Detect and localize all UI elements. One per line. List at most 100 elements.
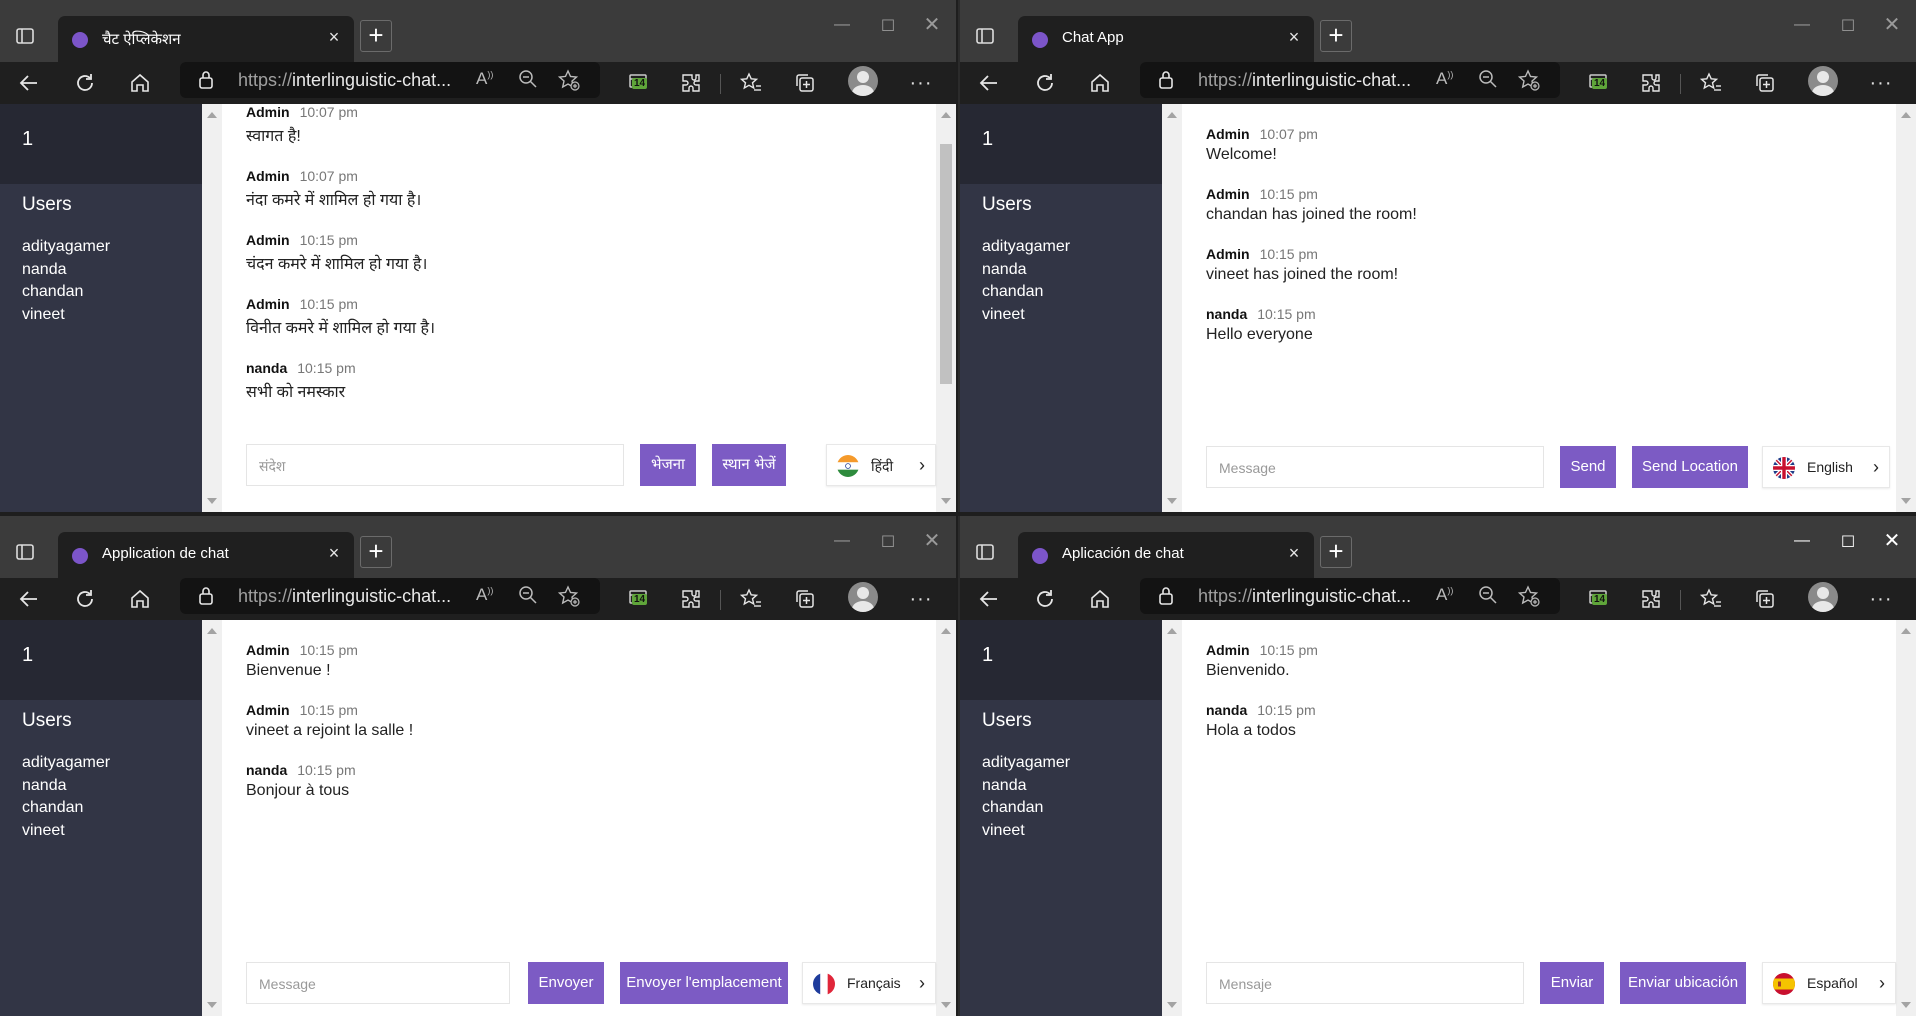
language-selector[interactable]: Español › <box>1762 962 1896 1004</box>
add-favorite-icon[interactable] <box>1518 585 1540 607</box>
extensions-icon[interactable] <box>1636 584 1666 614</box>
collections-icon[interactable] <box>1750 584 1780 614</box>
scroll-down-icon[interactable] <box>207 498 217 504</box>
send-button[interactable]: Send <box>1560 446 1616 488</box>
tab-actions-icon[interactable] <box>970 536 1000 568</box>
profile-avatar[interactable] <box>1808 582 1838 612</box>
favorites-icon[interactable] <box>736 584 766 614</box>
scroll-up-icon[interactable] <box>941 112 951 118</box>
scroll-down-icon[interactable] <box>1901 498 1911 504</box>
more-menu-icon[interactable]: ··· <box>1866 68 1896 98</box>
read-aloud-icon[interactable]: A)) <box>1436 69 1453 89</box>
zoom-out-icon[interactable] <box>518 69 538 89</box>
tab-actions-icon[interactable] <box>10 536 40 568</box>
new-tab-button[interactable]: + <box>1320 20 1352 52</box>
close-tab-icon[interactable]: × <box>324 27 344 47</box>
extensions-icon[interactable] <box>1636 68 1666 98</box>
scroll-down-icon[interactable] <box>941 1002 951 1008</box>
close-window-icon[interactable]: ✕ <box>912 528 952 552</box>
more-menu-icon[interactable]: ··· <box>906 584 936 614</box>
new-tab-button[interactable]: + <box>1320 536 1352 568</box>
tab-actions-icon[interactable] <box>970 20 1000 52</box>
browser-tab[interactable]: Aplicación de chat × <box>1018 532 1314 578</box>
close-tab-icon[interactable]: × <box>1284 543 1304 563</box>
close-tab-icon[interactable]: × <box>1284 27 1304 47</box>
scroll-up-icon[interactable] <box>207 112 217 118</box>
address-bar[interactable]: https://interlinguistic-chat... A)) <box>180 62 600 98</box>
add-favorite-icon[interactable] <box>558 585 580 607</box>
language-selector[interactable]: English › <box>1762 446 1890 488</box>
refresh-icon[interactable] <box>70 68 100 98</box>
close-tab-icon[interactable]: × <box>324 543 344 563</box>
language-selector[interactable]: हिंदी › <box>826 444 936 486</box>
sidebar-scrollbar[interactable] <box>1162 620 1182 1016</box>
address-bar[interactable]: https://interlinguistic-chat... A)) <box>180 578 600 614</box>
language-selector[interactable]: Français › <box>802 962 936 1004</box>
send-button[interactable]: Envoyer <box>528 962 604 1004</box>
scroll-down-icon[interactable] <box>1901 1002 1911 1008</box>
profile-avatar[interactable] <box>848 66 878 96</box>
profile-avatar[interactable] <box>848 582 878 612</box>
collections-badge-icon[interactable]: 14 <box>624 584 654 614</box>
scroll-thumb[interactable] <box>940 144 952 384</box>
read-aloud-icon[interactable]: A)) <box>1436 585 1453 605</box>
home-icon[interactable] <box>1085 68 1115 98</box>
extensions-icon[interactable] <box>676 584 706 614</box>
scroll-down-icon[interactable] <box>941 498 951 504</box>
address-bar[interactable]: https://interlinguistic-chat... A)) <box>1140 578 1560 614</box>
browser-tab[interactable]: Chat App × <box>1018 16 1314 62</box>
more-menu-icon[interactable]: ··· <box>1866 584 1896 614</box>
message-input[interactable]: संदेश <box>246 444 624 486</box>
tab-actions-icon[interactable] <box>10 20 40 52</box>
maximize-icon[interactable]: ☐ <box>1828 532 1868 556</box>
collections-icon[interactable] <box>790 68 820 98</box>
send-button[interactable]: Enviar <box>1540 962 1604 1004</box>
back-icon[interactable] <box>14 68 44 98</box>
home-icon[interactable] <box>1085 584 1115 614</box>
collections-icon[interactable] <box>1750 68 1780 98</box>
read-aloud-icon[interactable]: A)) <box>476 585 493 605</box>
home-icon[interactable] <box>125 68 155 98</box>
new-tab-button[interactable]: + <box>360 20 392 52</box>
scroll-down-icon[interactable] <box>207 1002 217 1008</box>
zoom-out-icon[interactable] <box>1478 69 1498 89</box>
scroll-up-icon[interactable] <box>207 628 217 634</box>
message-input[interactable]: Message <box>1206 446 1544 488</box>
scroll-up-icon[interactable] <box>1901 112 1911 118</box>
extensions-icon[interactable] <box>676 68 706 98</box>
address-bar[interactable]: https://interlinguistic-chat... A)) <box>1140 62 1560 98</box>
close-window-icon[interactable]: ✕ <box>912 12 952 36</box>
favorites-icon[interactable] <box>736 68 766 98</box>
profile-avatar[interactable] <box>1808 66 1838 96</box>
new-tab-button[interactable]: + <box>360 536 392 568</box>
scroll-up-icon[interactable] <box>1901 628 1911 634</box>
minimize-icon[interactable]: — <box>822 16 862 40</box>
sidebar-scrollbar[interactable] <box>202 620 222 1016</box>
messages-scrollbar[interactable] <box>1896 620 1916 1016</box>
collections-badge-icon[interactable]: 14 <box>1584 584 1614 614</box>
refresh-icon[interactable] <box>70 584 100 614</box>
back-icon[interactable] <box>974 68 1004 98</box>
collections-badge-icon[interactable]: 14 <box>624 68 654 98</box>
send-location-button[interactable]: Enviar ubicación <box>1620 962 1746 1004</box>
collections-icon[interactable] <box>790 584 820 614</box>
read-aloud-icon[interactable]: A)) <box>476 69 493 89</box>
close-window-icon[interactable]: ✕ <box>1872 12 1912 36</box>
minimize-icon[interactable]: — <box>1782 16 1822 40</box>
scroll-down-icon[interactable] <box>1167 498 1177 504</box>
scroll-up-icon[interactable] <box>941 628 951 634</box>
send-location-button[interactable]: स्थान भेजें <box>712 444 786 486</box>
send-location-button[interactable]: Send Location <box>1632 446 1748 488</box>
browser-tab[interactable]: Application de chat × <box>58 532 354 578</box>
message-input[interactable]: Mensaje <box>1206 962 1524 1004</box>
message-input[interactable]: Message <box>246 962 510 1004</box>
browser-tab[interactable]: चैट ऐप्लिकेशन × <box>58 16 354 62</box>
sidebar-scrollbar[interactable] <box>1162 104 1182 512</box>
more-menu-icon[interactable]: ··· <box>906 68 936 98</box>
favorites-icon[interactable] <box>1696 584 1726 614</box>
close-window-icon[interactable]: ✕ <box>1872 528 1912 552</box>
zoom-out-icon[interactable] <box>518 585 538 605</box>
messages-scrollbar[interactable] <box>1896 104 1916 512</box>
send-button[interactable]: भेजना <box>640 444 696 486</box>
collections-badge-icon[interactable]: 14 <box>1584 68 1614 98</box>
